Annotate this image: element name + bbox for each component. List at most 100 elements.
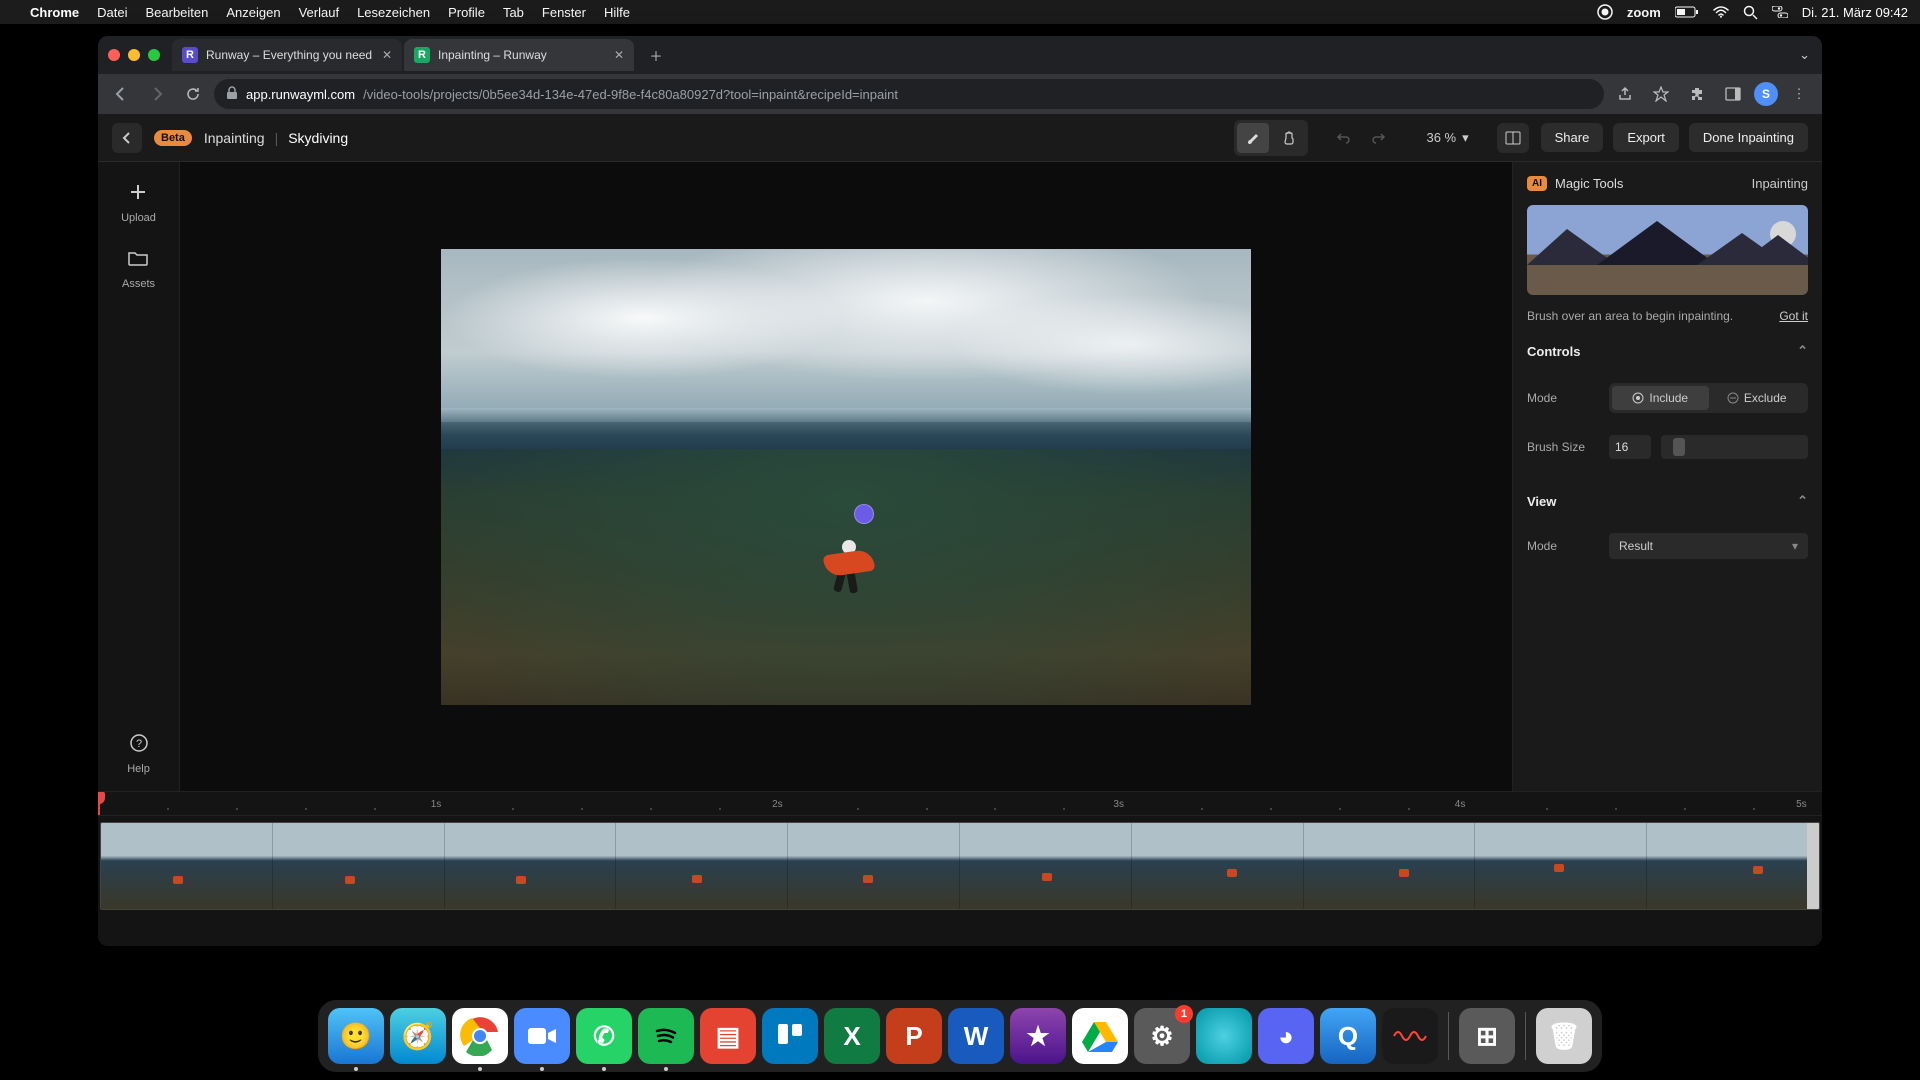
done-inpainting-button[interactable]: Done Inpainting [1689, 123, 1808, 152]
new-tab-button[interactable]: ＋ [642, 41, 670, 69]
fullscreen-window-icon[interactable] [148, 49, 160, 61]
timeline-thumb[interactable] [616, 823, 788, 909]
pan-tool-button[interactable] [1273, 123, 1305, 153]
slider-thumb[interactable] [1673, 438, 1685, 456]
timeline-thumb[interactable] [788, 823, 960, 909]
timeline-ruler[interactable]: 1s 2s 3s 4s 5s [98, 792, 1822, 816]
export-button[interactable]: Export [1613, 123, 1679, 152]
menu-view[interactable]: Anzeigen [226, 5, 280, 20]
dock-app-circle[interactable] [1196, 1008, 1252, 1064]
dock-todoist[interactable]: ▤ [700, 1008, 756, 1064]
timeline-thumb[interactable] [960, 823, 1132, 909]
clip-trim-handle[interactable] [1807, 823, 1819, 909]
reload-button[interactable] [178, 79, 208, 109]
redo-button[interactable] [1362, 123, 1394, 153]
dock-quicktime[interactable]: Q [1320, 1008, 1376, 1064]
dock-settings[interactable]: ⚙1 [1134, 1008, 1190, 1064]
timeline-thumb[interactable] [1475, 823, 1647, 909]
dock-imovie[interactable]: ★ [1010, 1008, 1066, 1064]
window-controls[interactable] [108, 49, 160, 61]
menubar-datetime[interactable]: Di. 21. März 09:42 [1802, 5, 1908, 20]
brush-size-input[interactable] [1609, 435, 1651, 459]
dock-chrome[interactable] [452, 1008, 508, 1064]
close-tab-icon[interactable]: ✕ [614, 48, 624, 62]
zoom-dropdown[interactable]: 36 % ▾ [1418, 126, 1476, 150]
tab-runway-home[interactable]: R Runway – Everything you need ✕ [172, 39, 402, 71]
dock-calculator[interactable]: ⊞ [1459, 1008, 1515, 1064]
timeline-thumb[interactable] [101, 823, 273, 909]
assets-button[interactable]: Assets [122, 244, 155, 290]
upload-button[interactable]: Upload [121, 178, 156, 224]
timeline-thumb[interactable] [445, 823, 617, 909]
dock-trash[interactable]: 🗑 [1536, 1008, 1592, 1064]
view-mode-dropdown[interactable]: Result ▾ [1609, 533, 1808, 559]
chrome-menu-icon[interactable]: ⋮ [1784, 79, 1814, 109]
share-url-icon[interactable] [1610, 79, 1640, 109]
record-icon[interactable] [1597, 4, 1613, 20]
minimize-window-icon[interactable] [128, 49, 140, 61]
tab-title: Inpainting – Runway [438, 48, 547, 62]
menubar-app-name[interactable]: Chrome [30, 5, 79, 20]
battery-icon[interactable] [1675, 6, 1699, 18]
forward-button[interactable] [142, 79, 172, 109]
menu-bookmarks[interactable]: Lesezeichen [357, 5, 430, 20]
compare-view-button[interactable] [1497, 123, 1529, 153]
dock-drive[interactable] [1072, 1008, 1128, 1064]
extensions-icon[interactable] [1682, 79, 1712, 109]
controls-section-header[interactable]: Controls ⌃ [1527, 337, 1808, 365]
exclude-option[interactable]: Exclude [1709, 386, 1806, 410]
menu-window[interactable]: Fenster [542, 5, 586, 20]
dock-zoom[interactable] [514, 1008, 570, 1064]
profile-initial: S [1762, 87, 1770, 101]
url-field[interactable]: app.runwayml.com/video-tools/projects/0b… [214, 79, 1604, 109]
dock-voice-memos[interactable] [1382, 1008, 1438, 1064]
title-separator: | [275, 130, 279, 146]
menu-help[interactable]: Hilfe [604, 5, 630, 20]
dock-finder[interactable]: 🙂 [328, 1008, 384, 1064]
brush-tool-button[interactable] [1237, 123, 1269, 153]
app-back-button[interactable] [112, 123, 142, 153]
timeline-thumb[interactable] [1647, 823, 1819, 909]
timeline-thumb[interactable] [273, 823, 445, 909]
dock-spotify[interactable] [638, 1008, 694, 1064]
dock-excel[interactable]: X [824, 1008, 880, 1064]
control-center-icon[interactable] [1772, 6, 1788, 18]
zoom-menubar-label[interactable]: zoom [1627, 5, 1661, 20]
canvas-area[interactable] [180, 162, 1512, 791]
profile-avatar[interactable]: S [1754, 82, 1778, 106]
back-button[interactable] [106, 79, 136, 109]
menu-tab[interactable]: Tab [503, 5, 524, 20]
playhead[interactable] [98, 792, 100, 815]
timeline-thumb[interactable] [1304, 823, 1476, 909]
dock-word[interactable]: W [948, 1008, 1004, 1064]
help-button[interactable]: ? Help [125, 729, 153, 775]
video-preview[interactable] [441, 249, 1251, 705]
dock-safari[interactable]: 🧭 [390, 1008, 446, 1064]
timeline-thumb[interactable] [1132, 823, 1304, 909]
dock-powerpoint[interactable]: P [886, 1008, 942, 1064]
brush-size-slider[interactable] [1661, 435, 1808, 459]
share-button[interactable]: Share [1541, 123, 1604, 152]
menu-edit[interactable]: Bearbeiten [145, 5, 208, 20]
search-icon[interactable] [1743, 5, 1758, 20]
close-tab-icon[interactable]: ✕ [382, 48, 392, 62]
tab-inpainting[interactable]: R Inpainting – Runway ✕ [404, 39, 634, 71]
wifi-icon[interactable] [1713, 6, 1729, 18]
dock-whatsapp[interactable]: ✆ [576, 1008, 632, 1064]
sidepanel-icon[interactable] [1718, 79, 1748, 109]
undo-button[interactable] [1328, 123, 1360, 153]
include-option[interactable]: Include [1612, 386, 1709, 410]
menu-file[interactable]: Datei [97, 5, 127, 20]
close-window-icon[interactable] [108, 49, 120, 61]
include-label: Include [1649, 391, 1688, 405]
bookmark-icon[interactable] [1646, 79, 1676, 109]
tabs-dropdown-icon[interactable]: ⌄ [1799, 47, 1810, 63]
menu-history[interactable]: Verlauf [299, 5, 339, 20]
menu-profiles[interactable]: Profile [448, 5, 485, 20]
timeline-bottom-track[interactable] [98, 916, 1822, 946]
got-it-link[interactable]: Got it [1779, 309, 1808, 323]
clip-strip[interactable] [100, 822, 1820, 910]
view-section-header[interactable]: View ⌃ [1527, 487, 1808, 515]
dock-trello[interactable] [762, 1008, 818, 1064]
dock-discord[interactable]: ◕ [1258, 1008, 1314, 1064]
